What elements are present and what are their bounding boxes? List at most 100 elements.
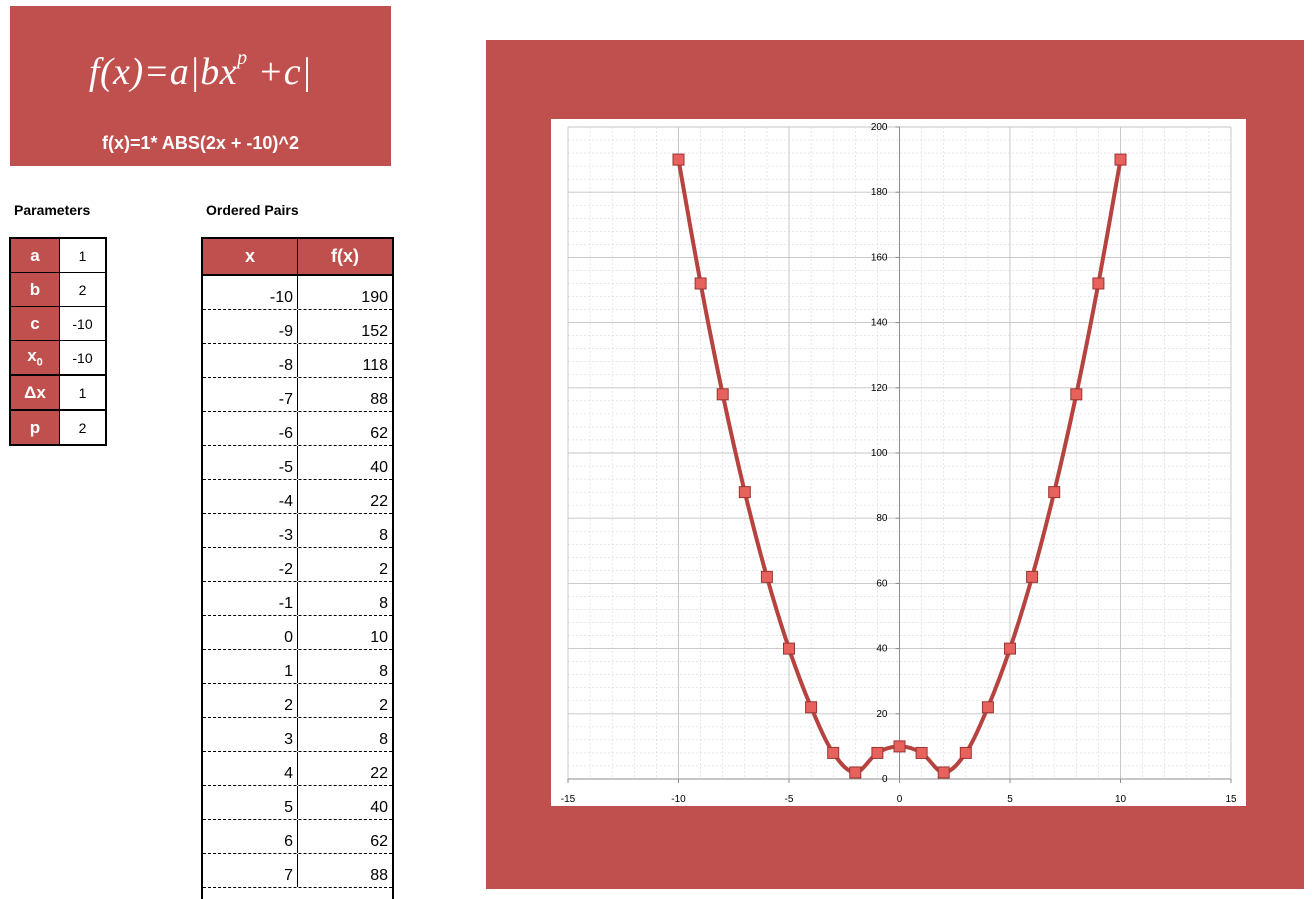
table-row: 22	[203, 684, 392, 718]
cell-fx: 152	[361, 323, 388, 340]
cell-x: 2	[203, 684, 298, 717]
data-point	[981, 701, 994, 714]
cell-x: 0	[203, 616, 298, 649]
x-tick-label: -10	[671, 794, 686, 805]
y-tick-label: 40	[876, 644, 888, 655]
data-point	[738, 486, 751, 499]
cell-x: -6	[203, 412, 298, 445]
ordered-pairs-body: -10 190 -9 152 -8 118 -7 88 -6 62 -5 40 -4 22 -3 8 -2 2 -1…	[203, 276, 392, 888]
param-value-b[interactable]: 2	[59, 272, 106, 307]
x-tick-label: -5	[785, 794, 794, 805]
data-point	[959, 746, 972, 759]
data-point	[893, 740, 906, 753]
formula-panel: f(x)=a|bxp +c| f(x)=1* ABS(2x + -10)^2	[10, 6, 391, 166]
param-name-x0: x0	[10, 340, 60, 376]
y-tick-label: 20	[876, 709, 888, 720]
cell-fx: 8	[379, 663, 388, 680]
cell-x: -2	[203, 548, 298, 581]
data-point	[672, 153, 685, 166]
cell-fx: 40	[370, 799, 388, 816]
cell-x: 5	[203, 786, 298, 819]
header-fx: f(x)	[331, 246, 359, 266]
table-row: -9 152	[203, 310, 392, 344]
cell-x: -10	[203, 276, 298, 309]
param-name-dx: Δx	[10, 375, 60, 411]
param-name-c: c	[10, 306, 60, 341]
data-point	[1070, 388, 1083, 401]
y-tick-label: 160	[871, 252, 888, 263]
parameters-title: Parameters	[14, 202, 91, 218]
y-tick-label: 60	[876, 578, 888, 589]
data-point	[1092, 277, 1105, 290]
cell-fx: 40	[370, 459, 388, 476]
param-name-a: a	[10, 238, 60, 273]
formula-suffix: +c|	[247, 51, 313, 93]
cell-x: 7	[203, 854, 298, 887]
x-tick-label: 5	[1007, 794, 1013, 805]
table-row: -10 190	[203, 276, 392, 310]
param-name-b: b	[10, 272, 60, 307]
data-point	[849, 766, 862, 779]
parameters-table: a 1 b 2 c -10 x0 -10 Δx 1 p 2	[9, 237, 107, 446]
cell-fx: 62	[370, 833, 388, 850]
x-tick-label: 0	[897, 794, 903, 805]
param-row-c: c -10	[10, 306, 106, 341]
param-value-x0[interactable]: -10	[59, 340, 106, 376]
y-tick-label: 80	[876, 513, 888, 524]
cell-x: -7	[203, 378, 298, 411]
table-row: -5 40	[203, 446, 392, 480]
table-row: -3 8	[203, 514, 392, 548]
x-tick-label: 15	[1225, 794, 1237, 805]
formula-prefix: f(x)=a|bx	[88, 51, 238, 93]
x-tick-label: 10	[1115, 794, 1127, 805]
cell-fx: 62	[370, 425, 388, 442]
table-row: -7 88	[203, 378, 392, 412]
cell-x: -4	[203, 480, 298, 513]
data-point	[1048, 486, 1061, 499]
cell-fx: 22	[370, 493, 388, 510]
table-row: 7 88	[203, 854, 392, 888]
param-value-c[interactable]: -10	[59, 306, 106, 341]
param-row-a: a 1	[10, 238, 106, 273]
data-point	[871, 746, 884, 759]
param-value-p[interactable]: 2	[59, 410, 106, 446]
cell-fx: 88	[370, 391, 388, 408]
table-row: -1 8	[203, 582, 392, 616]
param-row-b: b 2	[10, 272, 106, 307]
y-tick-label: 100	[871, 448, 888, 459]
data-point	[1026, 570, 1039, 583]
table-row: 18	[203, 650, 392, 684]
cell-fx: 2	[379, 561, 388, 578]
param-value-a[interactable]: 1	[59, 238, 106, 273]
y-tick-label: 0	[882, 774, 888, 785]
param-name-x0-sub: 0	[36, 356, 43, 369]
table-row: 6 62	[203, 820, 392, 854]
y-tick-label: 140	[871, 318, 888, 329]
data-point	[760, 570, 773, 583]
param-row-dx: Δx 1	[10, 375, 106, 411]
table-row: 38	[203, 718, 392, 752]
cell-x: -5	[203, 446, 298, 479]
y-tick-label: 120	[871, 383, 888, 394]
cell-fx: 22	[370, 765, 388, 782]
cell-x: -9	[203, 310, 298, 343]
cell-fx: 118	[362, 357, 388, 374]
data-point	[915, 746, 928, 759]
cell-fx: 8	[379, 595, 388, 612]
cell-x: 4	[203, 752, 298, 785]
cell-fx: 2	[379, 697, 388, 714]
cell-x: -3	[203, 514, 298, 547]
param-name-p: p	[10, 410, 60, 446]
param-value-dx[interactable]: 1	[59, 375, 106, 411]
cell-x: 1	[203, 650, 298, 683]
table-row: -4 22	[203, 480, 392, 514]
data-point	[716, 388, 729, 401]
table-row: 4 22	[203, 752, 392, 786]
ordered-pairs-title: Ordered Pairs	[206, 202, 299, 218]
table-row: -6 62	[203, 412, 392, 446]
cell-x: -1	[203, 582, 298, 615]
table-row: -2 2	[203, 548, 392, 582]
y-tick-label: 180	[871, 187, 888, 198]
cell-x: -8	[203, 344, 298, 377]
header-x: x	[203, 239, 298, 274]
